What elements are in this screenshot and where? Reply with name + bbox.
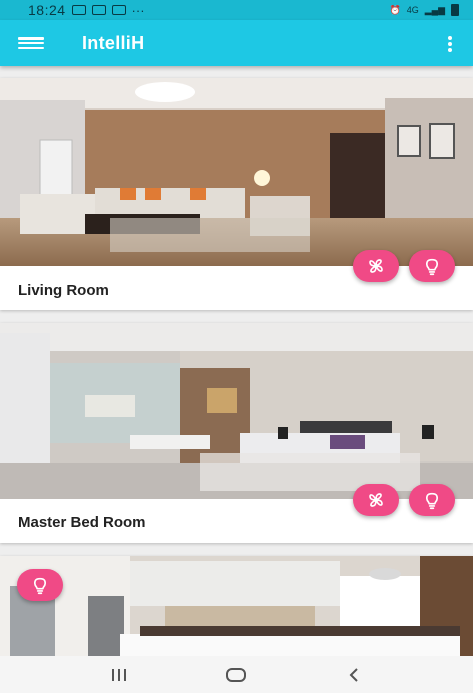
home-icon bbox=[226, 667, 247, 682]
app-notification-icon bbox=[111, 5, 126, 15]
fan-toggle-button[interactable] bbox=[353, 484, 399, 516]
room-list: Living Room Master Bed Room bbox=[0, 66, 473, 656]
app-title: IntelliH bbox=[82, 32, 145, 53]
status-bar: 18:24 ··· ⏰ 4G ▂▄▆ bbox=[0, 0, 473, 20]
light-toggle-button[interactable] bbox=[17, 569, 63, 601]
lightbulb-icon bbox=[425, 492, 439, 510]
lightbulb-icon bbox=[425, 258, 439, 276]
hamburger-menu-icon[interactable] bbox=[18, 34, 44, 52]
living-room-photo bbox=[0, 78, 473, 266]
lightbulb-icon bbox=[33, 577, 47, 595]
weather-notification-icon bbox=[91, 5, 106, 15]
recents-button[interactable] bbox=[99, 660, 139, 690]
system-nav-bar bbox=[0, 656, 473, 693]
light-toggle-button[interactable] bbox=[409, 250, 455, 282]
fan-icon bbox=[369, 493, 383, 507]
recents-icon bbox=[111, 668, 126, 681]
gallery-notification-icon bbox=[71, 5, 86, 15]
fan-icon bbox=[369, 259, 383, 273]
master-bed-room-photo bbox=[0, 323, 473, 499]
overflow-menu-icon[interactable] bbox=[447, 36, 453, 52]
signal-icon: ▂▄▆ bbox=[424, 4, 445, 15]
network-type-label: 4G bbox=[406, 5, 419, 15]
more-notifications-indicator: ··· bbox=[131, 2, 145, 18]
back-button[interactable] bbox=[334, 660, 374, 690]
home-button[interactable] bbox=[216, 660, 256, 690]
back-icon bbox=[349, 667, 358, 682]
room-card-living-room[interactable]: Living Room bbox=[0, 78, 473, 310]
room-card-kitchen[interactable] bbox=[0, 556, 473, 656]
status-time: 18:24 bbox=[28, 2, 66, 18]
room-card-master-bed-room[interactable]: Master Bed Room bbox=[0, 323, 473, 543]
kitchen-photo bbox=[0, 556, 473, 656]
app-bar: IntelliH bbox=[0, 20, 473, 66]
battery-icon bbox=[451, 4, 459, 16]
room-name: Living Room bbox=[18, 282, 109, 299]
room-name: Master Bed Room bbox=[18, 514, 146, 531]
light-toggle-button[interactable] bbox=[409, 484, 455, 516]
alarm-icon: ⏰ bbox=[389, 4, 401, 15]
fan-toggle-button[interactable] bbox=[353, 250, 399, 282]
